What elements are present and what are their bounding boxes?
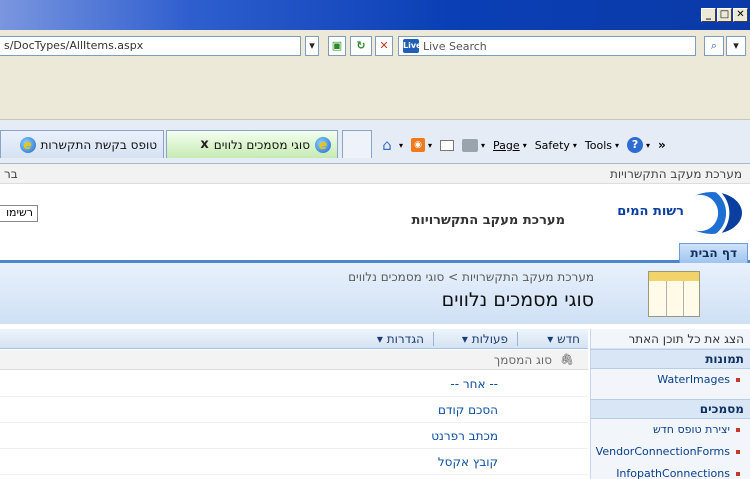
stop-icon[interactable]: ✕ (375, 36, 393, 56)
welcome-menu[interactable]: בר (4, 167, 18, 181)
close-tab-icon[interactable]: x (200, 137, 208, 152)
row-link[interactable]: הסכם קודם (438, 403, 498, 417)
ql-section-pictures[interactable]: תמונות (591, 349, 750, 369)
new-tab-button[interactable] (342, 130, 372, 158)
ie-page-icon: e (19, 136, 36, 153)
close-window-button[interactable]: ✕ (733, 8, 748, 22)
home-button[interactable]: ⌂ ▾ (378, 137, 403, 153)
feeds-button[interactable]: ◉ ▾ (411, 138, 432, 152)
tools-menu[interactable]: Tools ▾ (585, 139, 619, 152)
command-bar: ⌂ ▾ ◉ ▾ ▾ Page ▾ Safety ▾ Tools ▾ ? ▾ » (378, 134, 666, 156)
ql-item-vendor-connection-forms[interactable]: VendorConnectionForms (591, 441, 750, 463)
settings-menu-button[interactable]: הגדרות ▾ (377, 332, 424, 346)
view-all-site-content-link[interactable]: הצג את כל תוכן האתר (591, 329, 750, 349)
site-banner: רשות המים מערכת מעקב התקשרויות רשימו (0, 185, 750, 240)
rss-feed-icon: ◉ (411, 138, 426, 152)
window-controls: _ □ ✕ (701, 8, 748, 22)
search-input[interactable]: Live Live Search (398, 36, 696, 56)
address-bar: s/DocTypes/AllItems.aspx ▾ ▣ ↻ ✕ Live Li… (0, 30, 750, 62)
column-document-type[interactable]: סוג המסמך (494, 353, 552, 367)
tab-bar: טופס בקשת התקשרות e e סוגי מסמכים נלווים… (0, 120, 750, 164)
home-tab[interactable]: דף הבית (679, 243, 748, 263)
help-menu[interactable]: ? ▾ (627, 137, 650, 153)
logo-text: רשות המים (617, 204, 684, 219)
table-row: מכתב רפרנט (0, 423, 588, 449)
tab-label: סוגי מסמכים נלווים (213, 137, 310, 152)
refresh-icon[interactable]: ↻ (350, 36, 372, 56)
row-link[interactable]: מכתב רפרנט (431, 429, 498, 443)
help-icon: ? (627, 137, 644, 153)
url-field[interactable]: s/DocTypes/AllItems.aspx (0, 36, 301, 56)
list-toolbar: חדש ▾ פעולות ▾ הגדרות ▾ (0, 329, 588, 349)
view-selector-button[interactable]: רשימו (0, 205, 38, 222)
top-site-link[interactable]: מערכת מעקב התקשרויות (610, 167, 742, 181)
page-menu[interactable]: Page ▾ (493, 139, 527, 152)
water-authority-logo-icon (682, 192, 742, 234)
printer-icon (462, 138, 479, 152)
ql-item-waterimages[interactable]: WaterImages (591, 369, 750, 391)
row-link[interactable]: -- אחר -- (450, 377, 498, 391)
actions-menu-button[interactable]: פעולות ▾ (462, 332, 508, 346)
tab-contract-request-form[interactable]: טופס בקשת התקשרות e (0, 130, 164, 158)
site-title: מערכת מעקב התקשרויות (411, 213, 565, 228)
ie-page-icon: e (315, 136, 331, 153)
site-logo[interactable]: רשות המים (602, 192, 742, 234)
table-row: קובץ אקסל (0, 449, 588, 475)
page-title-area: מערכת מעקב התקשרויות > סוגי מסמכים נלווי… (0, 263, 750, 324)
compatibility-icon[interactable]: ▣ (328, 36, 346, 56)
toolbar-area (0, 62, 750, 120)
table-row: -- אחר -- (0, 371, 588, 397)
tab-label: טופס בקשת התקשרות (40, 137, 157, 152)
live-search-logo-icon: Live (403, 39, 421, 53)
new-menu-button[interactable]: חדש ▾ (547, 332, 580, 346)
ql-item-infopath-connections[interactable]: InfopathConnections (591, 463, 750, 479)
home-icon: ⌂ (382, 136, 392, 154)
quick-launch: הצג את כל תוכן האתר תמונות WaterImages מ… (590, 329, 750, 479)
mail-icon (440, 139, 455, 151)
search-icon[interactable]: ⌕ (704, 36, 724, 56)
ql-section-documents[interactable]: מסמכים (591, 399, 750, 419)
search-placeholder: Live Search (423, 39, 487, 53)
breadcrumb[interactable]: מערכת מעקב התקשרויות > סוגי מסמכים נלווי… (348, 270, 594, 284)
list-icon (648, 271, 700, 317)
url-dropdown-button[interactable]: ▾ (305, 36, 319, 56)
global-breadcrumb-strip: מערכת מעקב התקשרויות בר (0, 164, 750, 184)
sharepoint-page: מערכת מעקב התקשרויות בר רשות המים מערכת … (0, 164, 750, 479)
maximize-button[interactable]: □ (717, 8, 732, 22)
top-nav-bar: דף הבית (0, 240, 750, 263)
row-link[interactable]: קובץ אקסל (438, 455, 498, 469)
window-title-bar: _ □ ✕ (0, 0, 750, 30)
mail-button[interactable] (440, 139, 455, 151)
attachment-paperclip-icon: 🖇 (560, 353, 574, 366)
minimize-button[interactable]: _ (701, 8, 716, 22)
print-button[interactable]: ▾ (462, 138, 485, 152)
ql-item-create-new-form[interactable]: יצירת טופס חדש (591, 419, 750, 441)
tab-document-types[interactable]: e סוגי מסמכים נלווים x (166, 130, 338, 158)
search-options-dropdown[interactable]: ▾ (726, 36, 746, 56)
more-commands-chevron-icon[interactable]: » (658, 138, 666, 152)
page-title: סוגי מסמכים נלווים (441, 289, 594, 311)
safety-menu[interactable]: Safety ▾ (535, 139, 577, 152)
list-column-header: 🖇 סוג המסמך (0, 350, 588, 370)
table-row: הסכם קודם (0, 397, 588, 423)
